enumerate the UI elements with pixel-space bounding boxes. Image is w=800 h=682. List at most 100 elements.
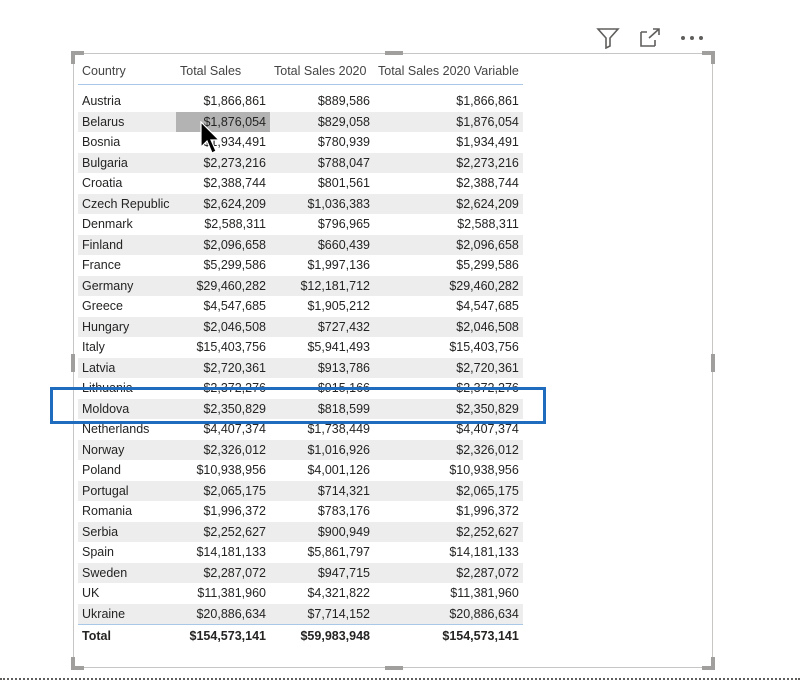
value-cell[interactable]: $5,299,586 (176, 255, 270, 276)
country-cell[interactable]: Denmark (78, 214, 176, 235)
value-cell[interactable]: $1,996,372 (374, 501, 523, 522)
country-cell[interactable]: Hungary (78, 316, 176, 337)
value-cell[interactable]: $4,547,685 (374, 296, 523, 317)
table-row[interactable]: Bulgaria $2,273,216 $788,047 $2,273,216 (78, 152, 523, 173)
value-cell[interactable]: $900,949 (270, 521, 374, 542)
value-cell[interactable]: $11,381,960 (176, 583, 270, 604)
value-cell[interactable]: $1,866,861 (374, 85, 523, 112)
country-cell[interactable]: Italy (78, 337, 176, 358)
value-cell[interactable]: $1,934,491 (374, 132, 523, 153)
value-cell[interactable]: $15,403,756 (176, 337, 270, 358)
value-cell[interactable]: $20,886,634 (176, 603, 270, 625)
resize-handle[interactable] (71, 657, 84, 670)
value-cell[interactable]: $1,934,491 (176, 132, 270, 153)
country-cell[interactable]: Bosnia (78, 132, 176, 153)
value-cell[interactable]: $1,876,054 (176, 111, 270, 132)
value-cell[interactable]: $780,939 (270, 132, 374, 153)
value-cell[interactable]: $2,252,627 (176, 521, 270, 542)
country-cell[interactable]: Belarus (78, 111, 176, 132)
value-cell[interactable]: $2,326,012 (374, 439, 523, 460)
table-row[interactable]: Italy $15,403,756 $5,941,493 $15,403,756 (78, 337, 523, 358)
table-row[interactable]: France $5,299,586 $1,997,136 $5,299,586 (78, 255, 523, 276)
column-header-total-sales[interactable]: Total Sales (176, 58, 270, 85)
table-row[interactable]: Romania $1,996,372 $783,176 $1,996,372 (78, 501, 523, 522)
country-cell[interactable]: Finland (78, 234, 176, 255)
value-cell[interactable]: $2,720,361 (176, 357, 270, 378)
country-cell[interactable]: Poland (78, 460, 176, 481)
value-cell[interactable]: $796,965 (270, 214, 374, 235)
country-cell[interactable]: Romania (78, 501, 176, 522)
value-cell[interactable]: $1,997,136 (270, 255, 374, 276)
value-cell[interactable]: $2,720,361 (374, 357, 523, 378)
value-cell[interactable]: $2,624,209 (176, 193, 270, 214)
value-cell[interactable]: $5,941,493 (270, 337, 374, 358)
table-row[interactable]: Belarus $1,876,054 $829,058 $1,876,054 (78, 111, 523, 132)
table-row[interactable]: Croatia $2,388,744 $801,561 $2,388,744 (78, 173, 523, 194)
value-cell[interactable]: $2,588,311 (176, 214, 270, 235)
country-cell[interactable]: Ukraine (78, 603, 176, 625)
table-row[interactable]: Spain $14,181,133 $5,861,797 $14,181,133 (78, 542, 523, 563)
focus-mode-icon[interactable] (635, 24, 665, 52)
value-cell[interactable]: $4,001,126 (270, 460, 374, 481)
country-cell[interactable]: France (78, 255, 176, 276)
value-cell[interactable]: $7,714,152 (270, 603, 374, 625)
value-cell[interactable]: $947,715 (270, 562, 374, 583)
country-cell[interactable]: Bulgaria (78, 152, 176, 173)
value-cell[interactable]: $2,388,744 (374, 173, 523, 194)
value-cell[interactable]: $4,321,822 (270, 583, 374, 604)
value-cell[interactable]: $1,866,861 (176, 85, 270, 112)
value-cell[interactable]: $727,432 (270, 316, 374, 337)
value-cell[interactable]: $2,096,658 (374, 234, 523, 255)
column-header-country[interactable]: Country (78, 58, 176, 85)
table-row[interactable]: Serbia $2,252,627 $900,949 $2,252,627 (78, 521, 523, 542)
value-cell[interactable]: $2,273,216 (374, 152, 523, 173)
value-cell[interactable]: $2,046,508 (374, 316, 523, 337)
table-row[interactable]: Ukraine $20,886,634 $7,714,152 $20,886,634 (78, 603, 523, 625)
value-cell[interactable]: $913,786 (270, 357, 374, 378)
table-row[interactable]: Denmark $2,588,311 $796,965 $2,588,311 (78, 214, 523, 235)
column-header-total-sales-2020[interactable]: Total Sales 2020 (270, 58, 374, 85)
table-row[interactable]: Czech Republic $2,624,209 $1,036,383 $2,624… (78, 193, 523, 214)
country-cell[interactable]: UK (78, 583, 176, 604)
value-cell[interactable]: $2,287,072 (176, 562, 270, 583)
country-cell[interactable]: Serbia (78, 521, 176, 542)
value-cell[interactable]: $2,273,216 (176, 152, 270, 173)
value-cell[interactable]: $29,460,282 (374, 275, 523, 296)
country-cell[interactable]: Norway (78, 439, 176, 460)
value-cell[interactable]: $1,996,372 (176, 501, 270, 522)
country-cell[interactable]: Portugal (78, 480, 176, 501)
table-row[interactable]: Norway $2,326,012 $1,016,926 $2,326,012 (78, 439, 523, 460)
table-row[interactable]: Sweden $2,287,072 $947,715 $2,287,072 (78, 562, 523, 583)
value-cell[interactable]: $829,058 (270, 111, 374, 132)
table-row[interactable]: Greece $4,547,685 $1,905,212 $4,547,685 (78, 296, 523, 317)
value-cell[interactable]: $10,938,956 (374, 460, 523, 481)
country-cell[interactable]: Sweden (78, 562, 176, 583)
table-row[interactable]: Hungary $2,046,508 $727,432 $2,046,508 (78, 316, 523, 337)
value-cell[interactable]: $15,403,756 (374, 337, 523, 358)
value-cell[interactable]: $2,326,012 (176, 439, 270, 460)
value-cell[interactable]: $2,046,508 (176, 316, 270, 337)
value-cell[interactable]: $2,252,627 (374, 521, 523, 542)
value-cell[interactable]: $1,876,054 (374, 111, 523, 132)
table-row[interactable]: Austria $1,866,861 $889,586 $1,866,861 (78, 85, 523, 112)
filter-icon[interactable] (593, 24, 623, 52)
column-header-total-sales-2020-variable[interactable]: Total Sales 2020 Variable (374, 58, 523, 85)
value-cell[interactable]: $788,047 (270, 152, 374, 173)
value-cell[interactable]: $1,016,926 (270, 439, 374, 460)
country-cell[interactable]: Germany (78, 275, 176, 296)
value-cell[interactable]: $5,299,586 (374, 255, 523, 276)
resize-handle[interactable] (71, 354, 75, 372)
resize-handle[interactable] (702, 657, 715, 670)
resize-handle[interactable] (385, 666, 403, 670)
value-cell[interactable]: $2,287,072 (374, 562, 523, 583)
country-cell[interactable]: Spain (78, 542, 176, 563)
value-cell[interactable]: $11,381,960 (374, 583, 523, 604)
value-cell[interactable]: $14,181,133 (176, 542, 270, 563)
value-cell[interactable]: $2,065,175 (176, 480, 270, 501)
value-cell[interactable]: $2,388,744 (176, 173, 270, 194)
value-cell[interactable]: $10,938,956 (176, 460, 270, 481)
value-cell[interactable]: $714,321 (270, 480, 374, 501)
more-options-icon[interactable] (677, 24, 707, 52)
country-cell[interactable]: Greece (78, 296, 176, 317)
value-cell[interactable]: $801,561 (270, 173, 374, 194)
